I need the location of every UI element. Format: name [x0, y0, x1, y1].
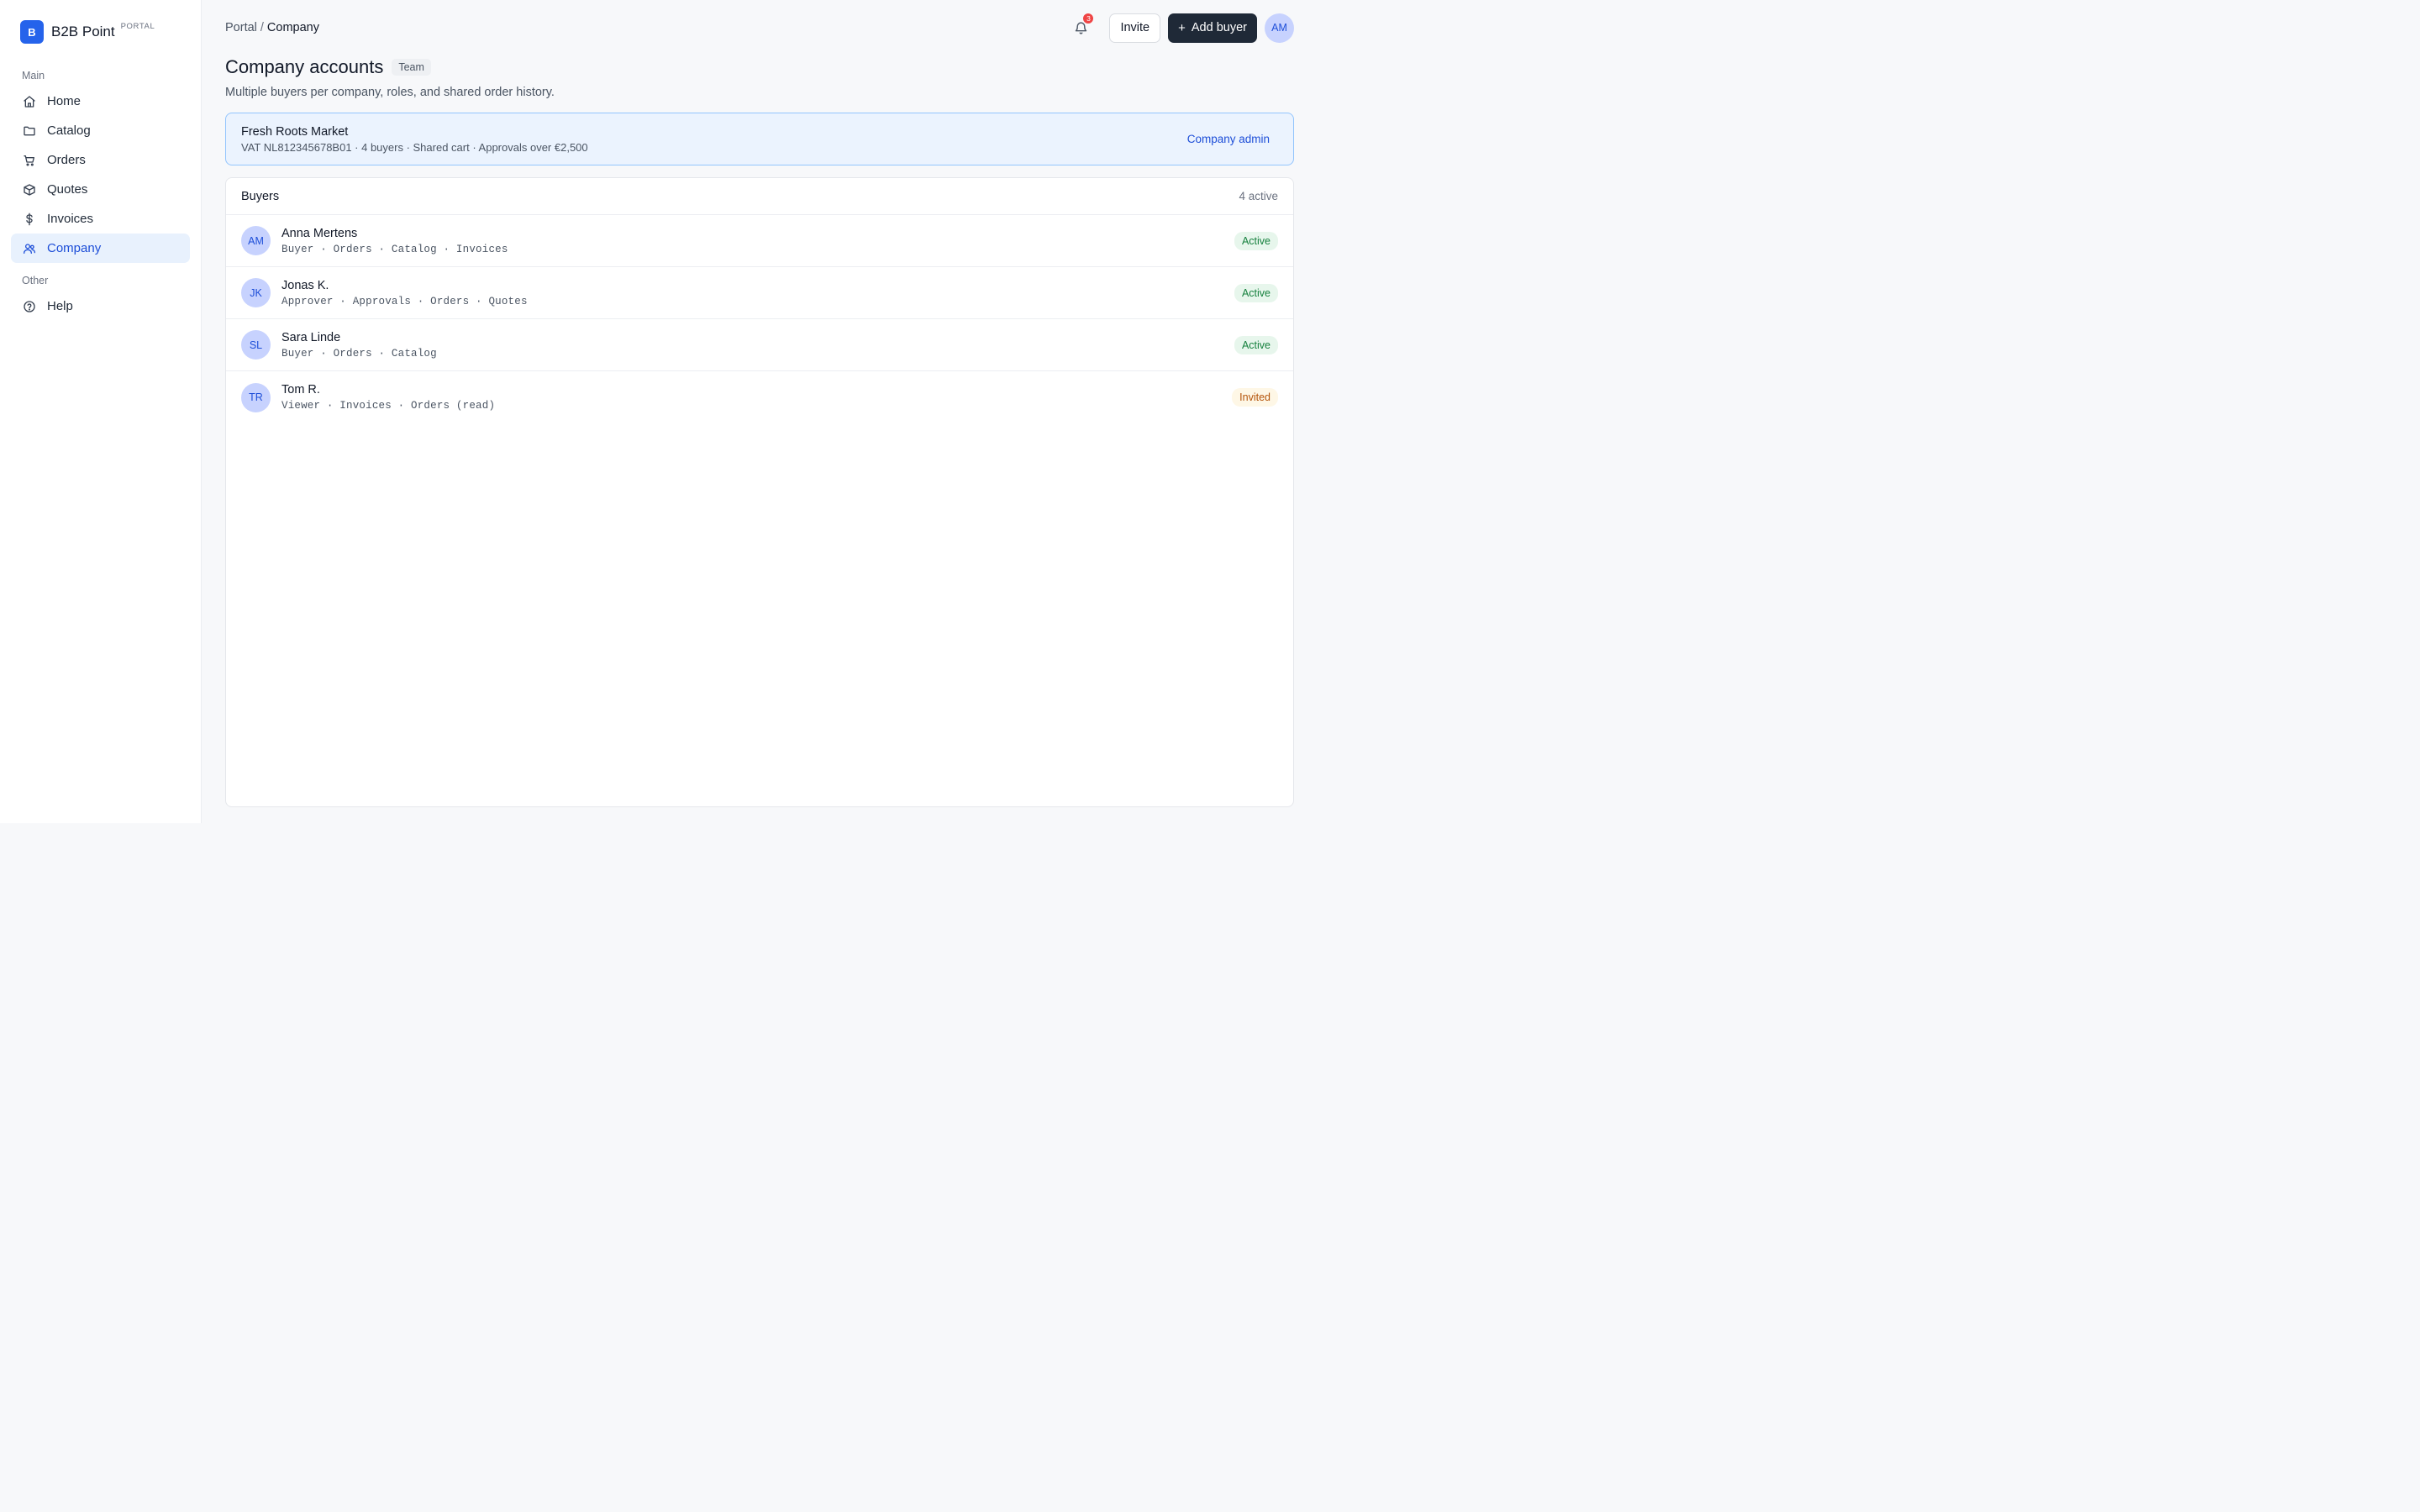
- buyers-header: Buyers 4 active: [226, 178, 1293, 215]
- nav-section-other: Other Help: [11, 275, 190, 321]
- buyer-avatar: TR: [241, 382, 271, 412]
- invite-button[interactable]: Invite: [1109, 13, 1161, 43]
- box-icon: [23, 183, 36, 197]
- buyer-avatar: AM: [241, 226, 271, 255]
- brand-logo: B: [20, 20, 44, 44]
- home-icon: [23, 95, 36, 108]
- page-subtitle: Multiple buyers per company, roles, and …: [225, 86, 555, 99]
- buyers-title: Buyers: [241, 189, 280, 203]
- company-name: Fresh Roots Market: [241, 124, 349, 139]
- plus-icon: +: [1178, 20, 1186, 35]
- breadcrumb-current: Company: [266, 21, 319, 34]
- cart-icon: [23, 154, 36, 167]
- buyer-roles: Approver · Approvals · Orders · Quotes: [281, 295, 528, 307]
- buyer-avatar: JK: [241, 278, 271, 307]
- team-tag: Team: [392, 59, 431, 76]
- nav-heading-main: Main: [22, 70, 45, 81]
- buyer-name: Jonas K.: [281, 278, 329, 292]
- nav-heading-other: Other: [22, 275, 49, 286]
- buyer-row[interactable]: TR Tom R. Viewer · Invoices · Orders (re…: [226, 371, 1293, 423]
- sidebar-item-home[interactable]: Home: [11, 87, 190, 116]
- breadcrumb: Portal / Company: [225, 21, 319, 34]
- page-header: Company accounts Team Multiple buyers pe…: [225, 55, 1294, 99]
- sidebar-item-label: Company: [47, 241, 102, 255]
- user-avatar[interactable]: AM: [1265, 13, 1294, 43]
- status-badge: Invited: [1232, 388, 1278, 407]
- buyer-roles: Buyer · Orders · Catalog · Invoices: [281, 243, 508, 255]
- breadcrumb-root[interactable]: Portal: [225, 21, 257, 34]
- company-info: Fresh Roots Market VAT NL812345678B01 · …: [241, 125, 588, 154]
- status-badge: Active: [1234, 335, 1278, 354]
- brand-tag: PORTAL: [120, 22, 155, 31]
- folder-icon: [23, 124, 36, 138]
- topbar: Portal / Company 3 Invite + Add buyer AM: [225, 0, 1294, 55]
- buyer-roles: Viewer · Invoices · Orders (read): [281, 400, 496, 412]
- brand-name: B2B Point: [51, 24, 115, 39]
- buyers-card: Buyers 4 active AM Anna Mertens Buyer · …: [225, 177, 1294, 807]
- page-title: Company accounts: [225, 56, 384, 77]
- buyer-info: Tom R. Viewer · Invoices · Orders (read): [281, 383, 1232, 412]
- users-icon: [23, 242, 36, 255]
- company-admin-link[interactable]: Company admin: [1187, 133, 1270, 145]
- buyer-roles: Buyer · Orders · Catalog: [281, 347, 437, 360]
- buyer-avatar: SL: [241, 330, 271, 360]
- main-content: Portal/Company 3 Invite + Add buyer AM: [202, 0, 1318, 823]
- buyer-name: Anna Mertens: [281, 226, 358, 240]
- notification-count-badge: 3: [1082, 13, 1095, 24]
- buyer-row[interactable]: AM Anna Mertens Buyer · Orders · Catalog…: [226, 215, 1293, 267]
- sidebar-item-invoices[interactable]: Invoices: [11, 204, 190, 234]
- add-buyer-button[interactable]: + Add buyer: [1168, 13, 1257, 43]
- dollar-icon: [23, 213, 36, 226]
- nav-section-main: Main Home Catalog Orders Quotes Invoices…: [11, 70, 190, 263]
- buyers-count: 4 active: [1239, 190, 1278, 202]
- status-badge: Active: [1234, 231, 1278, 250]
- notifications-button[interactable]: 3: [1071, 13, 1095, 38]
- breadcrumb-separator: /: [260, 21, 264, 34]
- sidebar-item-label: Help: [47, 299, 73, 313]
- buyer-row[interactable]: JK Jonas K. Approver · Approvals · Order…: [226, 267, 1293, 319]
- buyer-name: Tom R.: [281, 383, 320, 396]
- buyer-info: Anna Mertens Buyer · Orders · Catalog · …: [281, 227, 1234, 255]
- sidebar-item-help[interactable]: Help: [11, 291, 190, 321]
- buyer-name: Sara Linde: [281, 330, 341, 344]
- company-meta: VAT NL812345678B01 · 4 buyers · Shared c…: [241, 140, 588, 154]
- title-row: Company accounts Team: [225, 55, 1294, 79]
- buyer-info: Sara Linde Buyer · Orders · Catalog: [281, 331, 1234, 360]
- sidebar-item-label: Catalog: [47, 123, 91, 138]
- help-circle-icon: [23, 300, 36, 313]
- buyer-row[interactable]: SL Sara Linde Buyer · Orders · Catalog A…: [226, 319, 1293, 371]
- sidebar-item-label: Quotes: [47, 182, 88, 197]
- company-card: Fresh Roots Market VAT NL812345678B01 · …: [225, 113, 1294, 165]
- sidebar-item-company[interactable]: Company: [11, 234, 190, 263]
- sidebar-item-label: Invoices: [47, 212, 94, 226]
- brand[interactable]: B B2B Point PORTAL: [11, 20, 190, 44]
- buyer-info: Jonas K. Approver · Approvals · Orders ·…: [281, 279, 1234, 307]
- sidebar-item-quotes[interactable]: Quotes: [11, 175, 190, 204]
- sidebar-item-orders[interactable]: Orders: [11, 145, 190, 175]
- sidebar-item-label: Orders: [47, 153, 86, 167]
- sidebar: B B2B Point PORTAL Main Home Catalog Ord…: [0, 0, 202, 823]
- sidebar-item-catalog[interactable]: Catalog: [11, 116, 190, 145]
- status-badge: Active: [1234, 283, 1278, 302]
- top-actions: 3 Invite + Add buyer AM: [1071, 13, 1294, 43]
- add-buyer-label: Add buyer: [1191, 21, 1247, 34]
- sidebar-item-label: Home: [47, 94, 82, 108]
